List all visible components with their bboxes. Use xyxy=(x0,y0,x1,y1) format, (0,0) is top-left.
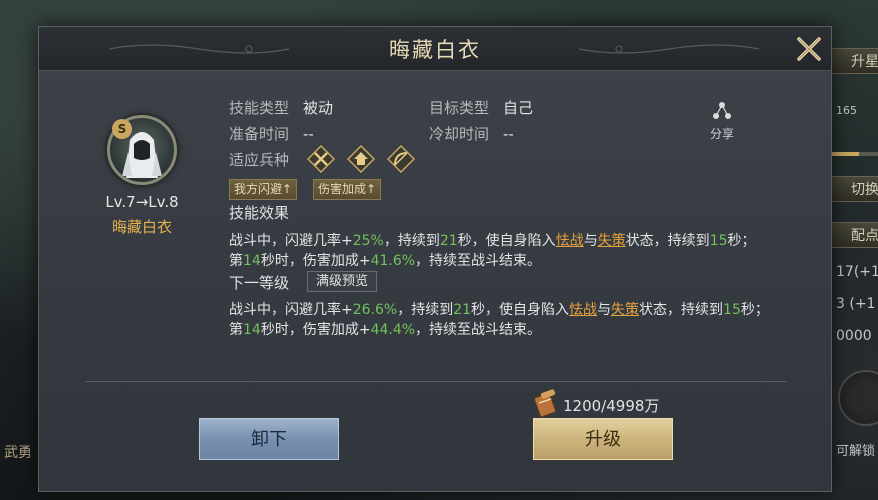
side-progress-bar xyxy=(830,152,878,156)
side-points-button[interactable]: 配点 xyxy=(830,222,878,248)
dialog-header: 晦藏白衣 xyxy=(39,27,831,71)
cooldown-value: -- xyxy=(503,125,514,143)
prep-time-label: 准备时间 xyxy=(229,125,290,143)
side-stat-3: 0000 xyxy=(836,328,872,344)
max-level-preview-button[interactable]: 满级预览 xyxy=(307,271,378,292)
close-x-icon[interactable] xyxy=(793,33,825,65)
tag-damage-up: 伤害加成↑ xyxy=(313,179,382,200)
share-button[interactable]: 分享 xyxy=(705,101,739,142)
side-panel: 升星 165 切换 配点 17(+1 3 (+1 0000 可解锁 xyxy=(830,0,878,500)
skill-level-text: Lv.7→Lv.8 xyxy=(105,193,179,211)
status-link-fear-next[interactable]: 怯战 xyxy=(569,302,597,318)
skill-grade-badge: S xyxy=(112,119,132,139)
tag-dodge-up: 我方闪避↑ xyxy=(229,179,298,200)
share-icon xyxy=(713,102,731,119)
info-target-row: 目标类型 自己 xyxy=(429,97,533,118)
status-link-fear[interactable]: 怯战 xyxy=(556,233,584,249)
side-progress-fill xyxy=(830,152,859,156)
side-star-button[interactable]: 升星 xyxy=(830,48,878,74)
prep-time-value: -- xyxy=(303,125,314,143)
upgrade-button[interactable]: 升级 xyxy=(533,418,673,460)
cavalry-icon xyxy=(307,145,335,173)
cooldown-label: 冷却时间 xyxy=(429,125,490,143)
side-lock-circle[interactable] xyxy=(838,370,878,426)
shield-icon xyxy=(347,145,375,173)
side-stat-2: 3 (+1 xyxy=(836,296,876,312)
units-label: 适应兵种 xyxy=(229,151,290,169)
side-unlock-label: 可解锁 xyxy=(836,444,876,459)
next-level-title: 下一等级 xyxy=(229,274,290,292)
skill-type-value: 被动 xyxy=(303,99,334,117)
scroll-icon xyxy=(534,389,556,418)
target-type-label: 目标类型 xyxy=(429,99,490,117)
skill-dialog: 晦藏白衣 S Lv.7→Lv.8 晦藏白衣 技能类型 被动 目标类型 自己 准备时间… xyxy=(38,26,832,492)
unequip-button[interactable]: 卸下 xyxy=(199,418,339,460)
skill-name: 晦藏白衣 xyxy=(111,218,172,236)
upgrade-cost: 1200/4998万 xyxy=(533,389,659,419)
effect-title: 技能效果 xyxy=(229,204,290,222)
info-cooldown-row: 冷却时间 -- xyxy=(429,123,514,144)
divider xyxy=(85,381,787,382)
effect-description: 战斗中，闪避几率+25%，持续到21秒，使自身陷入怯战与失策状态，持续到15秒；… xyxy=(229,233,756,269)
bow-icon xyxy=(387,145,415,173)
next-level-description: 战斗中，闪避几率+26.6%，持续到21秒，使自身陷入怯战与失策状态，持续到15… xyxy=(229,302,769,338)
side-switch-button[interactable]: 切换 xyxy=(830,176,878,202)
status-link-blunder-next[interactable]: 失策 xyxy=(611,302,639,318)
info-prep-row: 准备时间 -- xyxy=(229,123,314,144)
dialog-title: 晦藏白衣 xyxy=(389,38,481,62)
side-stat-1: 17(+1 xyxy=(836,264,878,280)
info-units-row: 适应兵种 xyxy=(229,149,289,170)
cost-text: 1200/4998万 xyxy=(563,397,660,415)
side-progress-text: 165 xyxy=(836,104,857,117)
target-type-value: 自己 xyxy=(503,99,534,117)
info-type-row: 技能类型 被动 xyxy=(229,97,333,118)
background-label: 武勇 xyxy=(4,445,32,461)
skill-type-label: 技能类型 xyxy=(229,99,290,117)
share-label: 分享 xyxy=(709,127,734,141)
status-link-blunder[interactable]: 失策 xyxy=(598,233,626,249)
